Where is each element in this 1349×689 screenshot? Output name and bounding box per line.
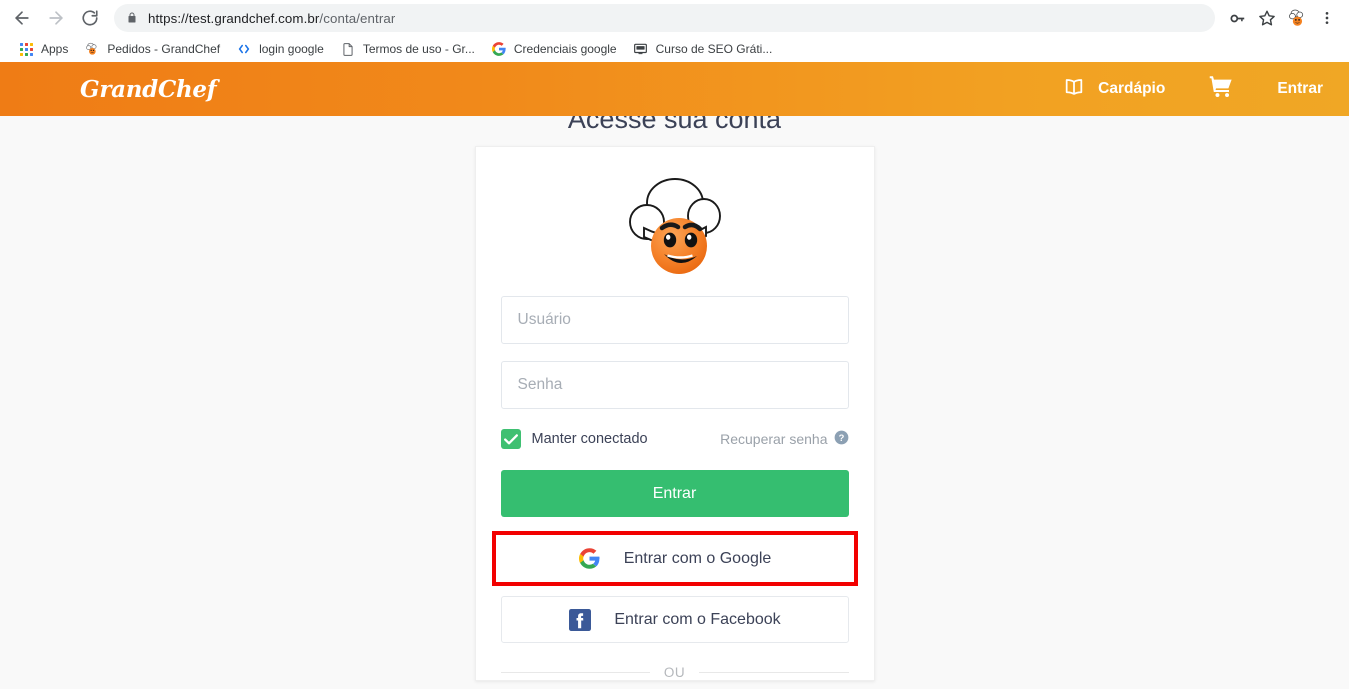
bookmark-bar: Apps Pedidos - GrandChef login google Te… <box>0 36 1349 62</box>
document-icon <box>340 41 356 57</box>
bookmark-apps[interactable]: Apps <box>10 38 76 60</box>
svg-text:?: ? <box>838 433 844 443</box>
nav-item-cardapio[interactable]: Cardápio <box>1062 76 1165 103</box>
divider-line-left <box>500 672 650 673</box>
recover-password-link[interactable]: Recuperar senha ? <box>720 430 848 448</box>
three-dot-menu-icon[interactable] <box>1313 4 1341 32</box>
grandchef-favicon <box>84 41 100 57</box>
apps-grid-icon <box>18 41 34 57</box>
google-login-label: Entrar com o Google <box>623 549 772 567</box>
url-domain: https://test.grandchef.com.br <box>148 10 320 26</box>
username-input[interactable] <box>500 296 849 344</box>
browser-chrome: https://test.grandchef.com.br/conta/entr… <box>0 0 1349 62</box>
bookmark-curso-seo[interactable]: Curso de SEO Gráti... <box>625 38 781 60</box>
nav-item-label: Entrar <box>1277 80 1323 97</box>
grandchef-chef-mascot-icon <box>501 165 849 296</box>
keep-connected-checkbox[interactable]: Manter conectado <box>500 429 648 449</box>
monitor-icon <box>633 41 649 57</box>
checkbox-checked-icon <box>500 429 521 449</box>
reload-button[interactable] <box>76 4 104 32</box>
bookmark-label: Pedidos - GrandChef <box>107 42 221 56</box>
bookmark-label: login google <box>259 42 324 56</box>
question-mark-circle-icon: ? <box>834 430 849 448</box>
open-book-icon <box>1062 76 1086 103</box>
bookmark-termos-de-uso[interactable]: Termos de uso - Gr... <box>332 38 483 60</box>
bookmark-label: Curso de SEO Gráti... <box>655 42 773 56</box>
page-viewport: GrandChef Cardápio Entrar Acesse sua con… <box>0 62 1349 689</box>
site-nav: Cardápio Entrar <box>1062 74 1331 104</box>
back-button[interactable] <box>8 4 36 32</box>
divider-line-right <box>699 672 849 673</box>
profile-avatar-icon[interactable] <box>1283 4 1311 32</box>
facebook-login-label: Entrar com o Facebook <box>614 610 781 628</box>
password-input[interactable] <box>500 361 849 409</box>
toolbar-icons <box>1221 4 1341 32</box>
url-path: /conta/entrar <box>319 10 396 26</box>
lock-icon <box>126 11 138 25</box>
recover-password-label: Recuperar senha <box>720 431 828 447</box>
nav-item-label: Cardápio <box>1098 80 1166 97</box>
shopping-cart-icon <box>1207 74 1235 104</box>
code-brackets-icon <box>236 41 252 57</box>
form-options-row: Manter conectado Recuperar senha ? <box>500 426 849 452</box>
browser-toolbar: https://test.grandchef.com.br/conta/entr… <box>0 0 1349 36</box>
google-g-icon <box>578 548 602 569</box>
nav-item-entrar[interactable]: Entrar <box>1277 80 1323 98</box>
bookmark-login-google[interactable]: login google <box>228 38 332 60</box>
facebook-f-icon <box>568 608 592 631</box>
address-bar[interactable]: https://test.grandchef.com.br/conta/entr… <box>114 4 1215 32</box>
bookmark-label: Apps <box>41 42 69 56</box>
grandchef-logo[interactable]: GrandChef <box>80 76 217 103</box>
bookmark-credenciais-google[interactable]: Credenciais google <box>483 38 625 60</box>
submit-login-label: Entrar <box>652 484 697 502</box>
google-login-highlight-box: Entrar com o Google <box>491 531 858 586</box>
site-header: GrandChef Cardápio Entrar <box>0 62 1349 116</box>
nav-item-cart[interactable] <box>1207 74 1235 104</box>
divider-label: OU <box>663 665 686 680</box>
facebook-login-button[interactable]: Entrar com o Facebook <box>500 596 849 643</box>
google-login-button[interactable]: Entrar com o Google <box>495 535 854 582</box>
keep-connected-label: Manter conectado <box>531 431 648 447</box>
bookmark-pedidos-grandchef[interactable]: Pedidos - GrandChef <box>76 38 228 60</box>
url-text: https://test.grandchef.com.br/conta/entr… <box>148 11 395 26</box>
google-g-icon <box>491 41 507 57</box>
key-icon[interactable] <box>1223 4 1251 32</box>
or-divider: OU <box>500 657 849 680</box>
star-icon[interactable] <box>1253 4 1281 32</box>
forward-button[interactable] <box>42 4 70 32</box>
bookmark-label: Credenciais google <box>513 42 617 56</box>
bookmark-label: Termos de uso - Gr... <box>362 42 475 56</box>
submit-login-button[interactable]: Entrar <box>500 470 849 517</box>
login-card: Manter conectado Recuperar senha ? Entra… <box>474 146 875 681</box>
